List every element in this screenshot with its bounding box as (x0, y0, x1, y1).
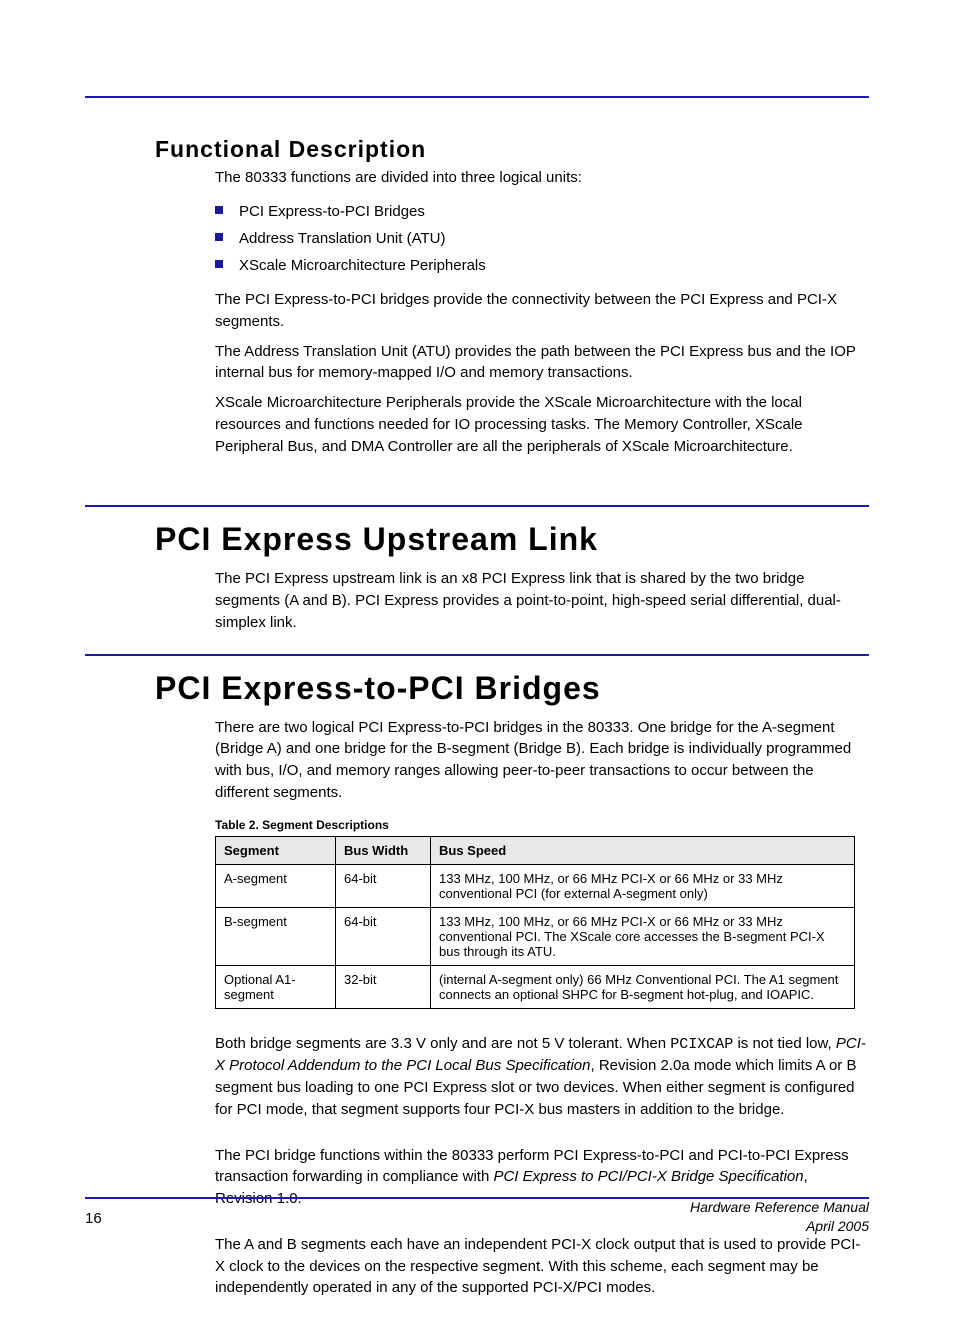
table-cell: B-segment (216, 907, 336, 965)
table-cell: 133 MHz, 100 MHz, or 66 MHz PCI-X or 66 … (431, 907, 855, 965)
page: Functional Description The 80333 functio… (0, 96, 954, 1331)
table-cell: (internal A-segment only) 66 MHz Convent… (431, 965, 855, 1008)
subsection-heading: PCI Express-to-PCI Bridges (155, 670, 869, 707)
table-row: B-segment 64-bit 133 MHz, 100 MHz, or 66… (216, 907, 855, 965)
list-item: Address Translation Unit (ATU) (215, 225, 869, 252)
table-cell: Optional A1-segment (216, 965, 336, 1008)
section-rule (85, 505, 869, 507)
segment-table: Segment Bus Width Bus Speed A-segment 64… (215, 836, 855, 1009)
intro-paragraph: The 80333 functions are divided into thr… (215, 167, 869, 188)
table-header: Segment (216, 836, 336, 864)
table-cell: 64-bit (336, 864, 431, 907)
list-item: XScale Microarchitecture Peripherals (215, 252, 869, 279)
page-number: 16 (85, 1210, 102, 1227)
footer-date: April 2005 (690, 1217, 869, 1236)
paragraph: Both bridge segments are 3.3 V only and … (215, 1033, 869, 1121)
subsection-heading: PCI Express Upstream Link (155, 521, 869, 558)
footer-right: Hardware Reference Manual April 2005 (690, 1198, 869, 1236)
table-cell: 64-bit (336, 907, 431, 965)
paragraph: The Address Translation Unit (ATU) provi… (215, 341, 869, 385)
footer-title: Hardware Reference Manual (690, 1198, 869, 1217)
table-row: Optional A1-segment 32-bit (internal A-s… (216, 965, 855, 1008)
table-row: A-segment 64-bit 133 MHz, 100 MHz, or 66… (216, 864, 855, 907)
table-header-row: Segment Bus Width Bus Speed (216, 836, 855, 864)
italic-text: PCI Express to PCI/PCI-X Bridge Specific… (493, 1168, 803, 1185)
bullet-list: PCI Express-to-PCI Bridges Address Trans… (215, 198, 869, 279)
intro-block: The 80333 functions are divided into thr… (215, 167, 869, 457)
paragraph: The PCI Express upstream link is an x8 P… (215, 568, 869, 633)
paragraph: The PCI Express-to-PCI bridges provide t… (215, 289, 869, 333)
list-item: PCI Express-to-PCI Bridges (215, 198, 869, 225)
section-rule (85, 654, 869, 656)
top-rule (85, 96, 869, 98)
table-cell: 32-bit (336, 965, 431, 1008)
paragraph: There are two logical PCI Express-to-PCI… (215, 717, 869, 804)
table-caption: Table 2. Segment Descriptions (215, 818, 869, 832)
section-heading: Functional Description (155, 136, 869, 163)
table-cell: A-segment (216, 864, 336, 907)
paragraph: XScale Microarchitecture Peripherals pro… (215, 392, 869, 457)
text-run: Both bridge segments are 3.3 V only and … (215, 1035, 670, 1052)
table-cell: 133 MHz, 100 MHz, or 66 MHz PCI-X or 66 … (431, 864, 855, 907)
paragraph: The A and B segments each have an indepe… (215, 1234, 869, 1299)
text-run: is not tied low, (733, 1035, 836, 1052)
table-header: Bus Width (336, 836, 431, 864)
code-text: PCIXCAP (670, 1036, 733, 1053)
table-header: Bus Speed (431, 836, 855, 864)
